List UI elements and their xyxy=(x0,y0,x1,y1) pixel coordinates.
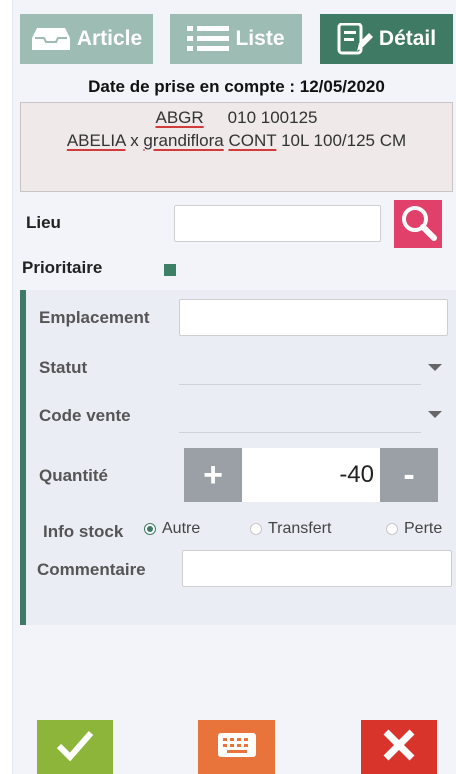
tab-article[interactable]: Article xyxy=(20,14,153,64)
tab-article-label: Article xyxy=(76,27,143,50)
code-vente-select[interactable] xyxy=(179,432,421,433)
code-vente-label: Code vente xyxy=(39,406,131,425)
radio-dot-icon xyxy=(250,523,262,535)
validate-button[interactable] xyxy=(37,720,113,774)
article-name-x: x xyxy=(130,131,139,150)
keyboard-button[interactable] xyxy=(198,720,275,774)
radio-autre-label: Autre xyxy=(162,520,201,537)
quantity-increment-button[interactable]: + xyxy=(184,448,242,502)
tab-detail-label: Détail xyxy=(378,27,437,50)
info-stock-label: Info stock xyxy=(43,522,124,541)
article-code: ABGR xyxy=(155,108,204,127)
statut-select[interactable] xyxy=(179,384,421,385)
prioritaire-label: Prioritaire xyxy=(22,258,103,277)
quantity-decrement-button[interactable]: - xyxy=(380,448,438,502)
emplacement-input[interactable] xyxy=(179,299,448,336)
radio-transfert-label: Transfert xyxy=(268,520,332,537)
code-vente-chevron-down-icon[interactable] xyxy=(428,411,442,418)
article-info-box: ABGR 010 100125 ABELIA x grandiflora CONT… xyxy=(20,102,453,192)
radio-transfert[interactable]: Transfert xyxy=(250,520,331,538)
emplacement-label: Emplacement xyxy=(39,308,150,327)
article-number: 010 100125 xyxy=(227,108,318,127)
tab-liste[interactable]: Liste xyxy=(170,14,302,64)
article-name-part3: CONT xyxy=(228,131,277,150)
article-name-part1: ABELIA xyxy=(66,131,126,150)
search-button[interactable] xyxy=(394,200,442,248)
lieu-label: Lieu xyxy=(26,213,61,232)
radio-dot-icon xyxy=(144,523,156,535)
lieu-input[interactable] xyxy=(174,205,381,242)
keyboard-icon xyxy=(217,730,257,765)
radio-perte[interactable]: Perte xyxy=(386,520,442,538)
radio-autre[interactable]: Autre xyxy=(144,520,200,538)
radio-perte-label: Perte xyxy=(404,520,443,537)
tab-liste-label: Liste xyxy=(235,27,285,50)
list-icon xyxy=(187,24,230,54)
check-icon xyxy=(55,728,95,767)
quantite-label: Quantité xyxy=(39,466,108,485)
search-icon xyxy=(398,202,438,247)
commentaire-label: Commentaire xyxy=(37,560,146,579)
statut-chevron-down-icon[interactable] xyxy=(428,364,442,371)
article-name-rest: 10L 100/125 CM xyxy=(281,131,407,150)
statut-label: Statut xyxy=(39,358,88,377)
quantity-input[interactable]: -40 xyxy=(242,448,380,502)
prioritaire-checkbox[interactable] xyxy=(164,264,176,276)
radio-dot-icon xyxy=(386,523,398,535)
edit-document-icon xyxy=(337,23,373,55)
inbox-tray-icon xyxy=(31,26,71,52)
tab-detail[interactable]: Détail xyxy=(320,14,453,64)
detail-panel: Emplacement Statut Code vente Quantité +… xyxy=(20,290,456,625)
date-line: Date de prise en compte : 12/05/2020 xyxy=(88,77,385,96)
commentaire-input[interactable] xyxy=(182,550,452,587)
cancel-button[interactable] xyxy=(361,720,437,774)
article-name-part2: grandiflora xyxy=(143,131,224,150)
close-icon xyxy=(381,727,417,768)
